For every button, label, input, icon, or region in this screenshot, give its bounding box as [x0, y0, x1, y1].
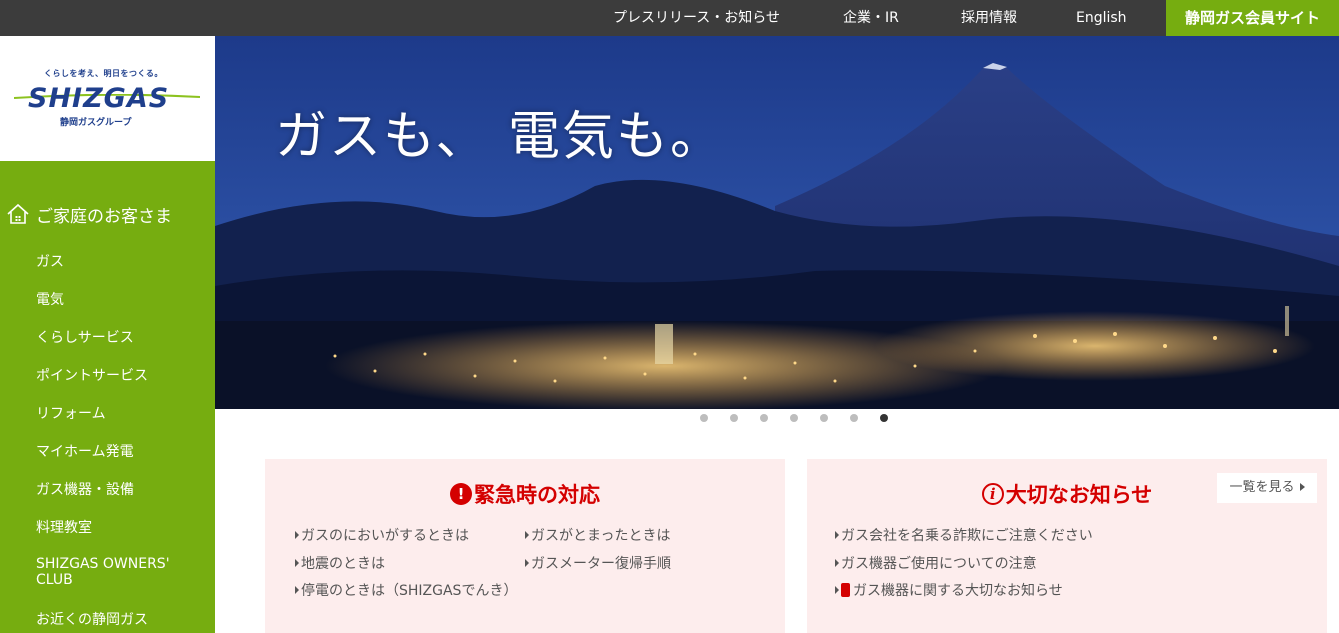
carousel-dot[interactable]: [760, 414, 768, 422]
link-label: ガス会社を名乗る詐欺にご注意ください: [841, 528, 1093, 544]
link-label: 停電のときは（SHIZGASでんき）: [301, 583, 518, 599]
sidebar-item-nearby[interactable]: お近くの静岡ガス: [36, 609, 148, 629]
sidebar: ご家庭のお客さま ガス 電気 くらしサービス ポイントサービス リフォーム マイ…: [0, 161, 215, 633]
carousel-dot-active[interactable]: [880, 414, 888, 422]
emergency-link-meter-reset[interactable]: ガスメーター復帰手順: [525, 553, 671, 573]
nav-english[interactable]: English: [1076, 0, 1127, 36]
exclamation-icon: !: [450, 483, 472, 505]
warning-icon: [841, 583, 850, 597]
arrow-icon: [835, 559, 839, 567]
top-bar: プレスリリース・お知らせ 企業・IR 採用情報 English 静岡ガス会員サイ…: [0, 0, 1339, 36]
arrow-icon: [295, 531, 299, 539]
notice-title-text: 大切なお知らせ: [1005, 483, 1153, 507]
carousel-dot[interactable]: [790, 414, 798, 422]
logo[interactable]: くらしを考え、明日をつくる。 SHIZGAS 静岡ガスグループ: [0, 36, 215, 161]
carousel-dot[interactable]: [850, 414, 858, 422]
notice-more-button[interactable]: 一覧を見る: [1217, 473, 1317, 503]
hero-banner[interactable]: ガスも、 電気も。: [215, 36, 1339, 409]
member-site-button[interactable]: 静岡ガス会員サイト: [1166, 0, 1339, 36]
sidebar-item-home-power[interactable]: マイホーム発電: [36, 441, 134, 461]
sidebar-item-appliances[interactable]: ガス機器・設備: [36, 479, 134, 499]
notice-link-appliance-notice[interactable]: ガス機器に関する大切なお知らせ: [835, 580, 1063, 600]
logo-brand: SHIZGAS: [28, 83, 170, 114]
arrow-icon: [835, 586, 839, 594]
nav-recruit[interactable]: 採用情報: [961, 0, 1017, 36]
nav-corporate-ir[interactable]: 企業・IR: [843, 0, 899, 36]
carousel-dots: [700, 414, 888, 422]
link-label: ガス機器ご使用についての注意: [841, 556, 1037, 572]
carousel-dot[interactable]: [700, 414, 708, 422]
emergency-link-power-outage[interactable]: 停電のときは（SHIZGASでんき）: [295, 580, 517, 600]
sidebar-item-owners-club[interactable]: SHIZGAS OWNERS' CLUB: [36, 556, 196, 588]
link-label: ガスがとまったときは: [531, 528, 671, 544]
carousel-dot[interactable]: [820, 414, 828, 422]
sidebar-item-gas[interactable]: ガス: [36, 251, 64, 271]
info-icon: i: [981, 483, 1004, 505]
logo-tagline: くらしを考え、明日をつくる。: [44, 69, 163, 78]
arrow-icon: [525, 531, 529, 539]
link-label: ガス機器に関する大切なお知らせ: [853, 583, 1063, 599]
emergency-title-text: 緊急時の対応: [474, 483, 600, 507]
sidebar-item-life-service[interactable]: くらしサービス: [36, 327, 134, 347]
sidebar-heading-label: ご家庭のお客さま: [36, 206, 172, 227]
emergency-panel: ! 緊急時の対応 ガスのにおいがするときは ガスがとまったときは 地震のときは …: [265, 459, 785, 633]
arrow-icon: [295, 559, 299, 567]
link-label: 地震のときは: [301, 556, 385, 572]
emergency-link-earthquake[interactable]: 地震のときは: [295, 553, 385, 573]
nav-press-release[interactable]: プレスリリース・お知らせ: [613, 0, 780, 36]
arrow-icon: [525, 559, 529, 567]
notice-link-usage-caution[interactable]: ガス機器ご使用についての注意: [835, 553, 1037, 573]
emergency-link-gas-smell[interactable]: ガスのにおいがするときは: [295, 525, 469, 545]
carousel-dot[interactable]: [730, 414, 738, 422]
logo-group-name: 静岡ガスグループ: [60, 118, 132, 128]
sidebar-item-point-service[interactable]: ポイントサービス: [36, 365, 148, 385]
arrow-icon: [835, 531, 839, 539]
notice-link-fraud[interactable]: ガス会社を名乗る詐欺にご注意ください: [835, 525, 1093, 545]
hero-catchcopy: ガスも、 電気も。: [275, 107, 724, 167]
link-label: ガスメーター復帰手順: [531, 556, 671, 572]
notice-panel: i 大切なお知らせ 一覧を見る ガス会社を名乗る詐欺にご注意ください ガス機器ご…: [807, 459, 1327, 633]
emergency-title: ! 緊急時の対応: [265, 479, 785, 509]
link-label: ガスのにおいがするときは: [301, 528, 469, 544]
arrow-icon: [295, 586, 299, 594]
sidebar-heading-home[interactable]: ご家庭のお客さま: [6, 200, 172, 228]
emergency-link-gas-stopped[interactable]: ガスがとまったときは: [525, 525, 670, 545]
more-label: 一覧を見る: [1229, 480, 1295, 495]
sidebar-item-electricity[interactable]: 電気: [36, 289, 64, 309]
sidebar-item-cooking-class[interactable]: 料理教室: [36, 517, 92, 537]
arrow-icon: [1299, 483, 1305, 491]
hero-night-city-image: [215, 36, 1339, 409]
house-icon: [7, 203, 29, 224]
sidebar-item-reform[interactable]: リフォーム: [36, 403, 106, 423]
